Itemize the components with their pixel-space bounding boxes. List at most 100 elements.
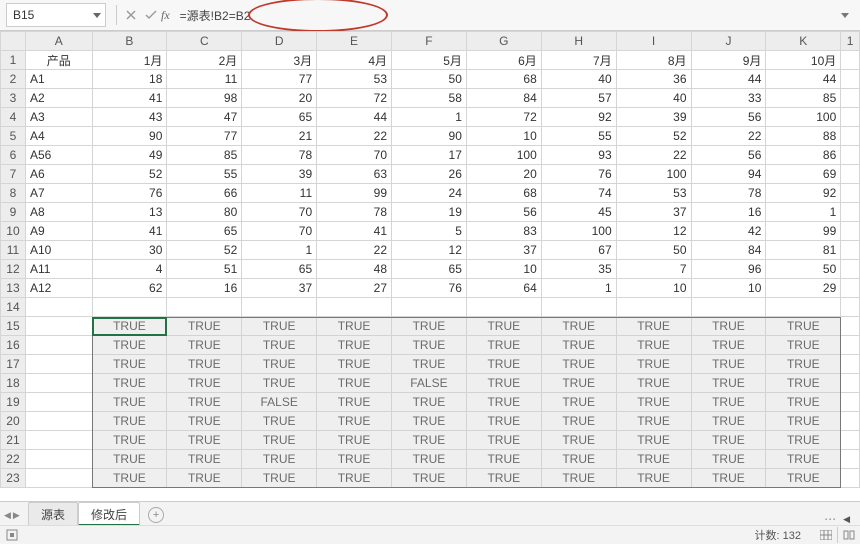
row-header[interactable]: 21 [1,431,26,450]
cell[interactable]: TRUE [616,431,691,450]
row-header[interactable]: 8 [1,184,26,203]
cell[interactable]: A11 [25,260,92,279]
cell[interactable]: TRUE [691,336,766,355]
cell[interactable]: TRUE [317,450,392,469]
cell[interactable]: 50 [766,260,841,279]
cell[interactable]: TRUE [616,393,691,412]
cell[interactable]: TRUE [317,317,392,336]
cell[interactable]: 85 [766,89,841,108]
cell[interactable]: TRUE [616,336,691,355]
cell[interactable]: TRUE [766,355,841,374]
cell[interactable]: TRUE [541,317,616,336]
cell[interactable]: 2月 [167,51,242,70]
cell[interactable]: 43 [92,108,167,127]
col-header[interactable]: A [25,32,92,51]
cell[interactable] [766,298,841,317]
cell[interactable] [841,146,860,165]
cell[interactable] [25,374,92,393]
cell[interactable] [841,260,860,279]
cell[interactable]: TRUE [691,374,766,393]
cell[interactable] [25,336,92,355]
cell[interactable] [25,469,92,488]
cell[interactable]: TRUE [691,355,766,374]
row-header[interactable]: 6 [1,146,26,165]
cell[interactable]: TRUE [242,412,317,431]
cell[interactable]: 80 [167,203,242,222]
cell[interactable] [25,450,92,469]
cell[interactable]: 19 [392,203,467,222]
cell[interactable]: TRUE [167,450,242,469]
cell[interactable]: TRUE [616,450,691,469]
tab-nav-prev-icon[interactable]: ◀ [4,510,11,521]
cell[interactable]: 11 [242,184,317,203]
cell[interactable]: TRUE [317,393,392,412]
cell[interactable]: TRUE [541,336,616,355]
cell[interactable]: TRUE [242,469,317,488]
cell[interactable]: 16 [167,279,242,298]
cell[interactable]: 18 [92,70,167,89]
cell[interactable]: TRUE [691,450,766,469]
cell[interactable]: TRUE [766,317,841,336]
cell[interactable]: 52 [616,127,691,146]
cell[interactable]: 76 [392,279,467,298]
cell[interactable]: 50 [392,70,467,89]
cell[interactable]: TRUE [466,317,541,336]
cell[interactable] [841,165,860,184]
col-header-partial[interactable]: 1 [841,32,860,51]
cell[interactable]: 40 [616,89,691,108]
cell[interactable]: 24 [392,184,467,203]
cell[interactable]: TRUE [691,317,766,336]
cell[interactable] [25,355,92,374]
cell[interactable]: 69 [766,165,841,184]
cell[interactable]: 92 [541,108,616,127]
cell[interactable]: TRUE [392,355,467,374]
cell[interactable]: TRUE [541,374,616,393]
cell[interactable]: 67 [541,241,616,260]
cell[interactable]: 42 [691,222,766,241]
cell[interactable]: 70 [242,222,317,241]
cell[interactable]: A6 [25,165,92,184]
cell[interactable]: TRUE [392,336,467,355]
cell[interactable]: 5 [392,222,467,241]
cell[interactable] [841,355,860,374]
cell[interactable]: TRUE [691,412,766,431]
cell[interactable]: 57 [541,89,616,108]
cell[interactable]: 20 [242,89,317,108]
cell[interactable]: 76 [92,184,167,203]
cell[interactable]: TRUE [466,336,541,355]
cell[interactable]: 11 [167,70,242,89]
cell[interactable]: 65 [167,222,242,241]
row-header[interactable]: 1 [1,51,26,70]
cell[interactable] [616,298,691,317]
cell[interactable] [841,431,860,450]
cell[interactable] [317,298,392,317]
tab-nav-next-icon[interactable]: ▶ [13,510,20,521]
cell[interactable]: 77 [242,70,317,89]
cell[interactable]: TRUE [691,431,766,450]
cell[interactable]: 1 [392,108,467,127]
cell[interactable] [25,412,92,431]
cell[interactable] [841,412,860,431]
cell[interactable]: 22 [691,127,766,146]
cell[interactable]: 68 [466,70,541,89]
cell[interactable]: 62 [92,279,167,298]
cell[interactable]: TRUE [466,469,541,488]
cell[interactable]: A8 [25,203,92,222]
cell[interactable]: 10 [691,279,766,298]
cell[interactable] [541,298,616,317]
cell[interactable]: TRUE [616,355,691,374]
cell[interactable]: 84 [691,241,766,260]
row-header[interactable]: 17 [1,355,26,374]
cell[interactable]: 56 [691,108,766,127]
cell[interactable]: TRUE [317,374,392,393]
cell[interactable]: 10 [466,127,541,146]
cell[interactable]: 96 [691,260,766,279]
cell[interactable]: 84 [466,89,541,108]
cell[interactable]: A12 [25,279,92,298]
cell[interactable]: 83 [466,222,541,241]
cell[interactable]: FALSE [392,374,467,393]
cell[interactable]: TRUE [766,450,841,469]
cell[interactable]: TRUE [167,412,242,431]
cell[interactable]: 26 [392,165,467,184]
cell[interactable]: TRUE [616,412,691,431]
